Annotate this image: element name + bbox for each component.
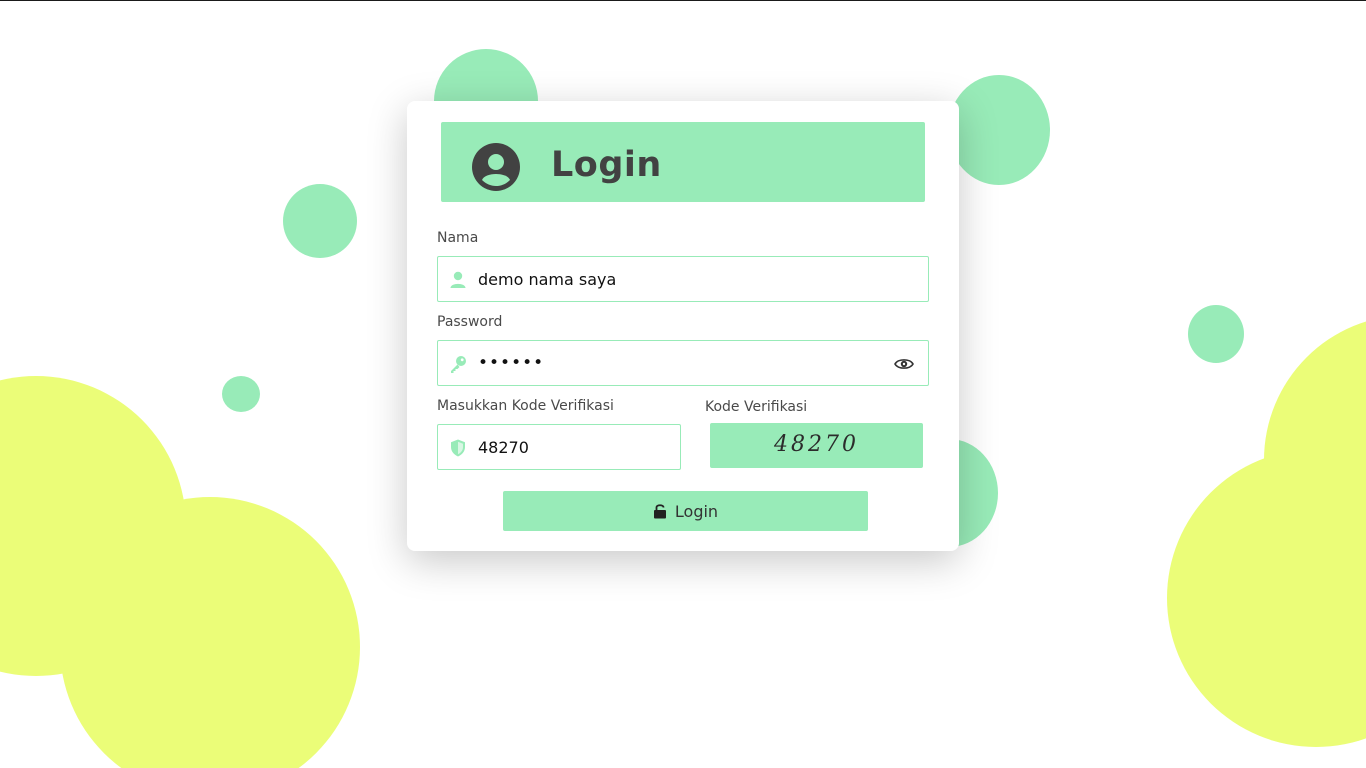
eye-icon[interactable] [894,354,914,374]
password-field[interactable] [437,340,929,386]
verification-field[interactable] [437,424,681,470]
verification-input-label: Masukkan Kode Verifikasi [437,398,614,414]
decor-circle [1167,449,1366,747]
shield-icon [451,439,465,457]
verification-code-label: Kode Verifikasi [705,399,808,415]
user-icon [450,271,466,288]
captcha-code: 48270 [774,432,859,457]
user-circle-icon [472,143,520,191]
login-header: Login [441,122,925,202]
login-card: Login Nama Password [407,101,959,551]
verification-input[interactable] [478,433,668,461]
page-title: Login [551,145,662,185]
decor-circle [948,75,1050,185]
unlock-icon [653,504,666,519]
password-input[interactable] [478,349,878,377]
captcha-box: 48270 [710,423,923,468]
decor-circle [222,376,260,412]
decor-circle [1188,305,1244,363]
key-icon [451,356,466,373]
login-button[interactable]: Login [503,491,868,531]
decor-circle [283,184,357,258]
page-background: Login Nama Password [0,0,1366,768]
password-label: Password [437,314,503,330]
name-input[interactable] [478,265,908,293]
name-label: Nama [437,230,479,246]
login-button-label: Login [674,501,719,521]
name-field[interactable] [437,256,929,302]
